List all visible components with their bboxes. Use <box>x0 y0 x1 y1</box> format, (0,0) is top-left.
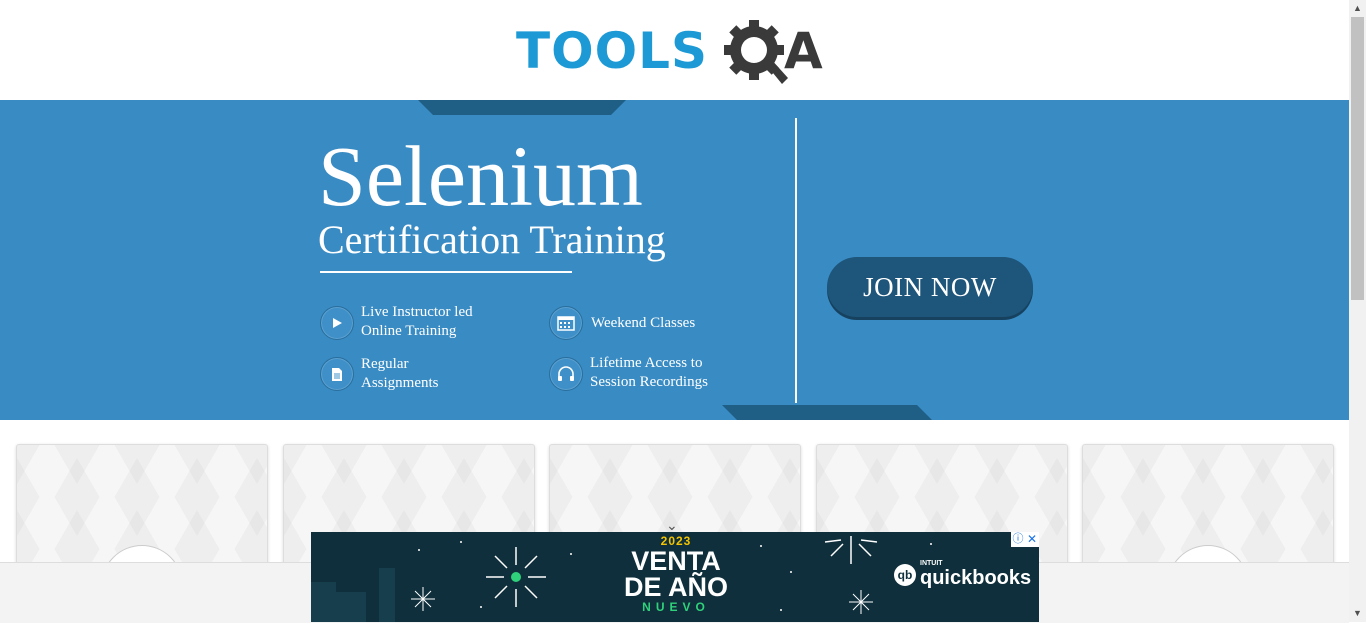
scroll-up-arrow-icon[interactable]: ▲ <box>1349 0 1366 17</box>
feature-regular-assignments: Regular Assignments <box>320 356 530 396</box>
toolsqa-logo[interactable]: TOOLS A <box>516 16 838 90</box>
quickbooks-icon: qb <box>894 563 916 586</box>
feature-live-training: Live Instructor led Online Training <box>320 304 530 345</box>
site-header: TOOLS A <box>0 0 1349 100</box>
feature-lifetime-line2: Session Recordings <box>590 374 708 390</box>
feature-live-line1: Live Instructor led <box>361 304 473 320</box>
feature-lifetime-access: Lifetime Access to Session Recordings <box>549 355 749 396</box>
feature-regular-line1: Regular <box>361 356 409 372</box>
banner-title: Selenium <box>318 128 643 224</box>
banner-divider <box>320 271 572 273</box>
selenium-training-banner[interactable]: Selenium Certification Training Live Ins… <box>0 100 1349 420</box>
scrollbar-thumb[interactable] <box>1351 17 1364 300</box>
play-icon <box>320 306 354 340</box>
brand-quickbooks: quickbooks <box>920 567 1032 589</box>
banner-top-stripe <box>418 100 626 115</box>
vertical-scrollbar[interactable]: ▲ ▼ <box>1349 0 1366 622</box>
feature-lifetime-line1: Lifetime Access to <box>590 355 703 371</box>
calendar-icon <box>549 306 583 340</box>
feature-weekend-line1: Weekend Classes <box>591 315 696 331</box>
banner-subtitle: Certification Training <box>318 217 666 262</box>
ad-line-de-ano: DE AÑO <box>623 572 728 602</box>
feature-live-line2: Online Training <box>361 323 457 339</box>
quickbooks-logo: qb INTUIT quickbooks <box>894 560 1031 589</box>
category-card[interactable] <box>1082 444 1334 576</box>
scroll-down-arrow-icon[interactable]: ▼ <box>1349 605 1366 622</box>
logo-text-a: A <box>784 22 823 80</box>
ad-close-icon[interactable]: ✕ <box>1025 532 1039 547</box>
ad-info-icon[interactable]: ⓘ <box>1011 532 1025 547</box>
ad-line-nuevo: NUEVO <box>642 600 710 614</box>
banner-bottom-stripe <box>722 405 932 420</box>
document-icon <box>320 357 354 391</box>
banner-vertical-divider <box>795 118 797 403</box>
feature-regular-line2: Assignments <box>361 375 439 391</box>
headphones-icon <box>549 357 583 391</box>
ad-line-venta: VENTA <box>631 546 721 576</box>
logo-text-tools: TOOLS <box>516 22 708 80</box>
ad-headline: 2023 VENTA DE AÑO NUEVO <box>601 534 751 614</box>
feature-weekend-classes: Weekend Classes <box>549 305 749 345</box>
join-now-button[interactable]: JOIN NOW <box>827 257 1033 317</box>
category-card[interactable] <box>16 444 268 576</box>
quickbooks-ad-banner[interactable]: 2023 VENTA DE AÑO NUEVO qb INTUIT quickb… <box>311 532 1039 622</box>
